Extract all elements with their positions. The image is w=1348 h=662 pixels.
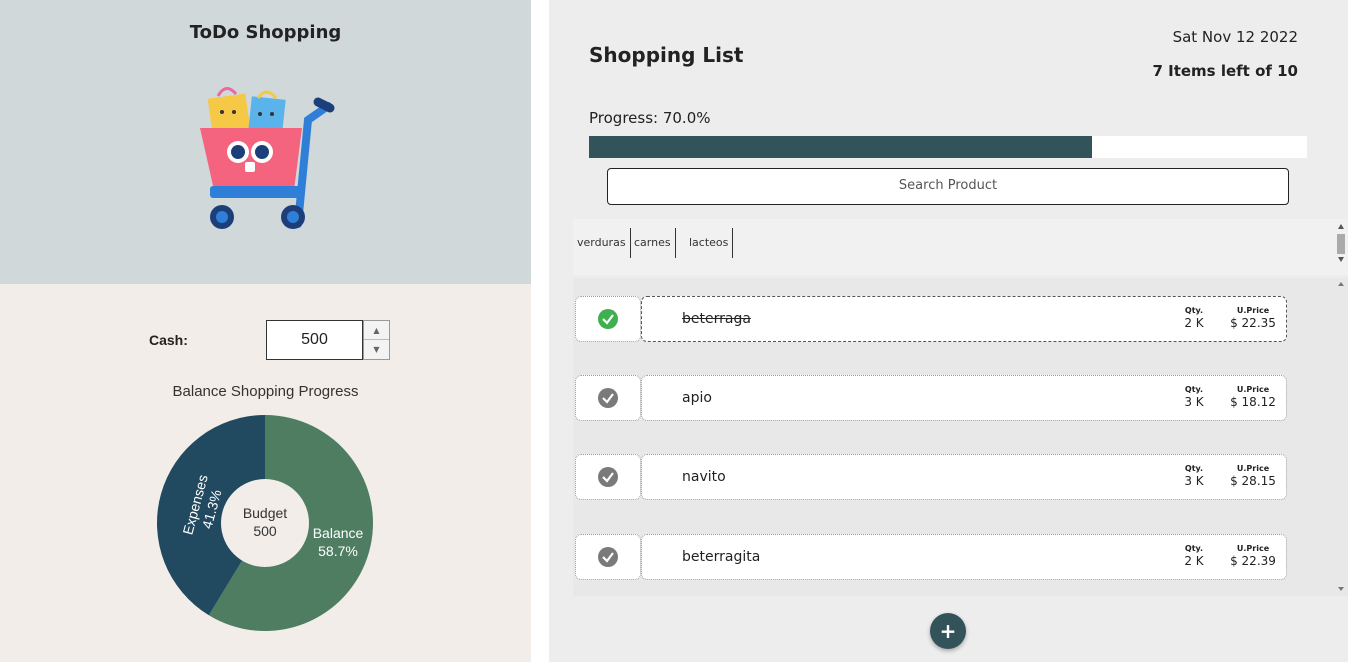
budget-center-value: 500 xyxy=(253,523,277,539)
progress-bar xyxy=(589,136,1307,158)
item-name: navito xyxy=(682,469,726,485)
price-value: $ 22.39 xyxy=(1230,554,1276,568)
stepper-down-icon[interactable]: ▼ xyxy=(364,340,389,359)
search-input[interactable]: Search Product xyxy=(607,168,1289,205)
qty-value: 3 K xyxy=(1184,474,1204,488)
shopping-cart-illustration xyxy=(200,87,335,229)
app-title: ToDo Shopping xyxy=(189,22,342,43)
price-label: U.Price xyxy=(1236,385,1270,394)
qty-value: 2 K xyxy=(1184,316,1204,330)
items-list: beterraga Qty. 2 K U.Price $ 22.35 apio Qt… xyxy=(573,278,1348,596)
item-card[interactable]: beterraga Qty. 2 K U.Price $ 22.35 xyxy=(641,296,1287,342)
list-item: beterraga Qty. 2 K U.Price $ 22.35 xyxy=(575,296,1287,342)
checked-icon xyxy=(598,309,618,329)
item-card[interactable]: navito Qty. 3 K U.Price $ 28.15 xyxy=(641,454,1287,500)
balance-slice-pct: 58.7% xyxy=(318,543,358,559)
tab-verduras[interactable]: verduras xyxy=(573,228,631,258)
budget-center-label: Budget xyxy=(243,505,287,521)
current-date: Sat Nov 12 2022 xyxy=(1172,28,1298,46)
item-name: beterraga xyxy=(682,311,751,327)
brand-panel: ToDo Shopping xyxy=(0,0,531,284)
tab-lacteos[interactable]: lacteos xyxy=(685,228,734,258)
items-left-counter: 7 Items left of 10 xyxy=(1152,62,1298,80)
shopping-list-title: Shopping List xyxy=(589,43,744,67)
qty-label: Qty. xyxy=(1184,385,1204,394)
category-tabs: verduras carnes lacteos xyxy=(573,219,1348,275)
item-check-button[interactable] xyxy=(575,296,641,342)
price-value: $ 22.35 xyxy=(1230,316,1276,330)
qty-value: 2 K xyxy=(1184,554,1204,568)
price-value: $ 28.15 xyxy=(1230,474,1276,488)
add-item-button[interactable]: + xyxy=(930,613,966,649)
stepper-up-icon[interactable]: ▲ xyxy=(364,321,389,340)
item-check-button[interactable] xyxy=(575,375,641,421)
check-icon xyxy=(598,388,618,408)
item-card[interactable]: beterragita Qty. 2 K U.Price $ 22.39 xyxy=(641,534,1287,580)
qty-value: 3 K xyxy=(1184,395,1204,409)
price-label: U.Price xyxy=(1236,464,1270,473)
cash-input[interactable]: 500 xyxy=(266,320,363,360)
qty-label: Qty. xyxy=(1184,544,1204,553)
cash-label: Cash: xyxy=(149,332,188,348)
item-name: apio xyxy=(682,390,712,406)
qty-label: Qty. xyxy=(1184,464,1204,473)
panel-divider xyxy=(531,0,549,662)
balance-chart-title: Balance Shopping Progress xyxy=(172,383,359,400)
tabs-scrollbar[interactable] xyxy=(1334,219,1348,275)
item-card[interactable]: apio Qty. 3 K U.Price $ 18.12 xyxy=(641,375,1287,421)
left-panel: ToDo Shopping Cash: 500 ▲ ▼ Balance Shop… xyxy=(0,0,531,662)
progress-label: Progress: 70.0% xyxy=(589,109,711,127)
check-icon xyxy=(598,467,618,487)
item-name: beterragita xyxy=(682,549,761,565)
tab-carnes[interactable]: carnes xyxy=(630,228,676,258)
balance-slice-label: Balance xyxy=(313,525,364,541)
list-item: navito Qty. 3 K U.Price $ 28.15 xyxy=(575,454,1287,500)
check-icon xyxy=(598,547,618,567)
list-scrollbar[interactable] xyxy=(1334,278,1348,596)
cash-stepper[interactable]: ▲ ▼ xyxy=(363,320,390,360)
shopping-list-panel: Shopping List Sat Nov 12 2022 7 Items le… xyxy=(549,0,1348,662)
list-item: apio Qty. 3 K U.Price $ 18.12 xyxy=(575,375,1287,421)
balance-donut-chart: Budget 500 Balance 58.7% Expenses 41.3% xyxy=(156,415,373,631)
list-item: beterragita Qty. 2 K U.Price $ 22.39 xyxy=(575,534,1287,580)
item-check-button[interactable] xyxy=(575,534,641,580)
progress-bar-fill xyxy=(589,136,1092,158)
price-value: $ 18.12 xyxy=(1230,395,1276,409)
item-check-button[interactable] xyxy=(575,454,641,500)
price-label: U.Price xyxy=(1236,544,1270,553)
price-label: U.Price xyxy=(1236,306,1270,315)
qty-label: Qty. xyxy=(1184,306,1204,315)
